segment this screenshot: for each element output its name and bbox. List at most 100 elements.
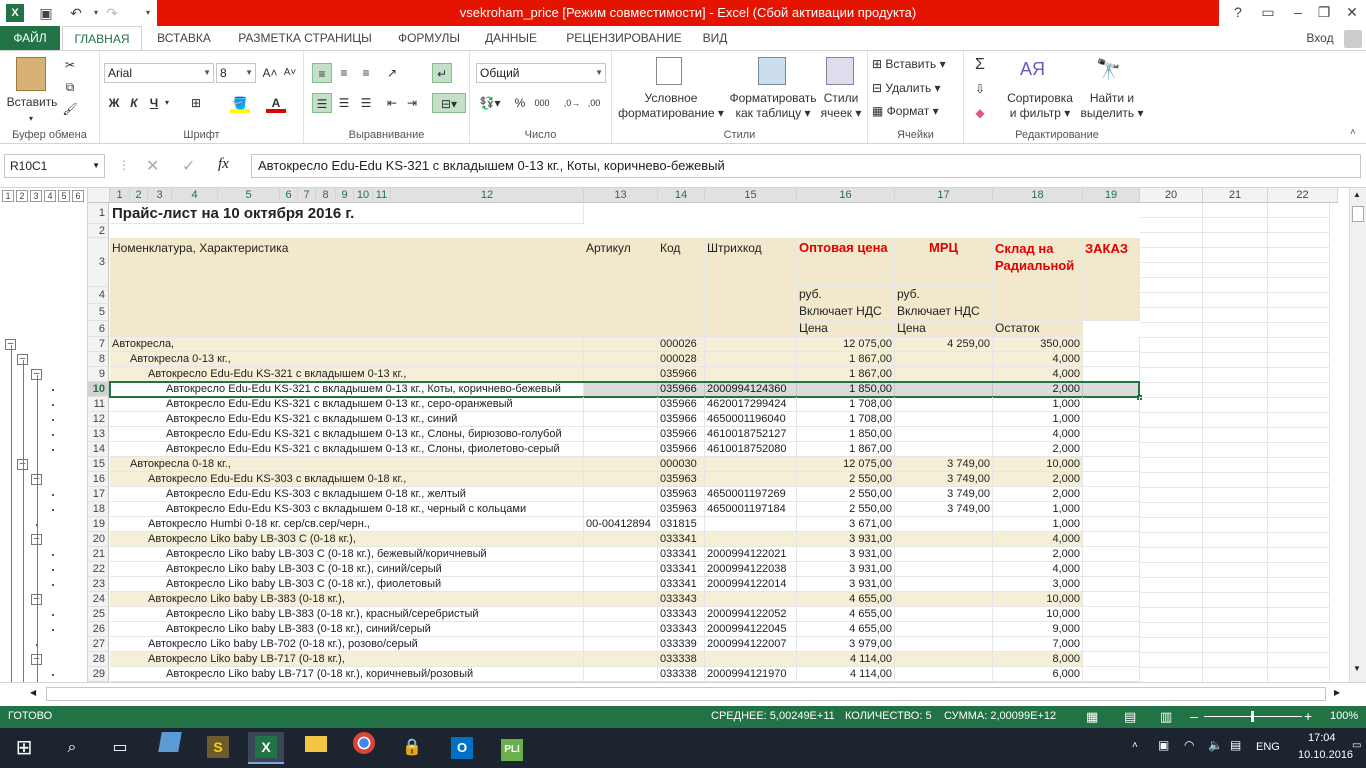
font-size-dropdown-icon[interactable]: ▼ bbox=[245, 64, 253, 82]
outlook-icon[interactable]: O bbox=[444, 732, 480, 764]
fill-color-icon[interactable]: 🪣 bbox=[230, 93, 250, 113]
row-price[interactable]: 3 931,00 bbox=[797, 562, 895, 577]
row-article[interactable] bbox=[584, 607, 658, 622]
row-name[interactable]: Автокресло Edu-Edu KS-303 с вкладышем 0-… bbox=[110, 502, 584, 517]
row-header[interactable]: 20 bbox=[88, 532, 109, 547]
tab-insert[interactable]: ВСТАВКА bbox=[148, 26, 220, 50]
empty-cell[interactable] bbox=[1140, 368, 1203, 383]
tab-page-layout[interactable]: РАЗМЕТКА СТРАНИЦЫ bbox=[226, 26, 384, 50]
row-stock[interactable]: 3,000 bbox=[993, 577, 1083, 592]
row-order[interactable] bbox=[1083, 382, 1140, 397]
row-barcode[interactable] bbox=[705, 367, 797, 382]
header-name[interactable]: Номенклатура, Характеристика bbox=[110, 238, 584, 337]
empty-cell[interactable] bbox=[1140, 608, 1203, 623]
row-article[interactable] bbox=[584, 652, 658, 667]
empty-cell[interactable] bbox=[1203, 323, 1268, 338]
row-name[interactable]: Автокресла 0-13 кг., bbox=[110, 352, 584, 367]
row-mrc[interactable] bbox=[895, 562, 993, 577]
row-header[interactable]: 12 bbox=[88, 412, 109, 427]
row-code[interactable]: 035966 bbox=[658, 427, 705, 442]
column-header[interactable]: 12 bbox=[391, 188, 584, 203]
row-mrc[interactable] bbox=[895, 652, 993, 667]
empty-cell[interactable] bbox=[1268, 383, 1330, 398]
scroll-left-icon[interactable]: ◀ bbox=[30, 688, 36, 697]
paste-button[interactable]: Вставить bbox=[4, 95, 60, 110]
empty-cell[interactable] bbox=[1203, 593, 1268, 608]
column-header[interactable]: 16 bbox=[797, 188, 895, 203]
row-code[interactable]: 033341 bbox=[658, 547, 705, 562]
clock-time[interactable]: 17:04 bbox=[1308, 732, 1336, 744]
empty-cell[interactable] bbox=[1203, 308, 1268, 323]
row-mrc[interactable] bbox=[895, 667, 993, 682]
row-order[interactable] bbox=[1083, 427, 1140, 442]
row-code[interactable]: 035966 bbox=[658, 382, 705, 397]
row-price[interactable]: 1 867,00 bbox=[797, 352, 895, 367]
row-article[interactable] bbox=[584, 397, 658, 412]
header-wholesale-price[interactable]: Оптовая цена bbox=[797, 238, 895, 287]
format-as-table-button[interactable]: Форматировать как таблицу ▾ bbox=[724, 91, 822, 121]
empty-cell[interactable] bbox=[1203, 248, 1268, 263]
empty-cell[interactable] bbox=[1268, 338, 1330, 353]
shrink-font-icon[interactable]: A˅ bbox=[280, 63, 300, 83]
column-header[interactable]: 2 bbox=[130, 188, 148, 203]
row-mrc[interactable]: 4 259,00 bbox=[895, 337, 993, 352]
row-stock[interactable]: 2,000 bbox=[993, 547, 1083, 562]
empty-cell[interactable] bbox=[1268, 308, 1330, 323]
row-code[interactable]: 035966 bbox=[658, 397, 705, 412]
row-name[interactable]: Автокресла 0-18 кг., bbox=[110, 457, 584, 472]
row-name[interactable]: Автокресло Liko baby LB-303 C (0-18 кг.)… bbox=[110, 562, 584, 577]
row-price[interactable]: 3 931,00 bbox=[797, 532, 895, 547]
row-barcode[interactable]: 4610018752080 bbox=[705, 442, 797, 457]
row-stock[interactable]: 1,000 bbox=[993, 517, 1083, 532]
column-header[interactable]: 22 bbox=[1268, 188, 1338, 203]
row-header[interactable]: 3 bbox=[88, 238, 109, 287]
close-button[interactable]: ✕ bbox=[1336, 0, 1366, 26]
row-stock[interactable]: 2,000 bbox=[993, 442, 1083, 457]
row-article[interactable] bbox=[584, 577, 658, 592]
row-article[interactable]: 00-00412894 bbox=[584, 517, 658, 532]
row-mrc[interactable] bbox=[895, 412, 993, 427]
column-header[interactable]: 7 bbox=[298, 188, 316, 203]
empty-cell[interactable] bbox=[1268, 203, 1330, 218]
row-header[interactable]: 10 bbox=[88, 382, 109, 397]
sheet-title[interactable]: Прайс-лист на 10 октября 2016 г. bbox=[110, 203, 584, 224]
row-order[interactable] bbox=[1083, 442, 1140, 457]
autosum-icon[interactable]: Σ bbox=[970, 55, 990, 75]
empty-cell[interactable] bbox=[1268, 548, 1330, 563]
empty-cell[interactable] bbox=[1268, 533, 1330, 548]
row-price[interactable]: 4 114,00 bbox=[797, 667, 895, 682]
row-code[interactable]: 033343 bbox=[658, 592, 705, 607]
empty-cell[interactable] bbox=[1268, 428, 1330, 443]
row-stock[interactable]: 10,000 bbox=[993, 592, 1083, 607]
row-article[interactable] bbox=[584, 382, 658, 397]
collapse-ribbon-icon[interactable]: ˄ bbox=[1350, 127, 1356, 138]
cell-styles-button[interactable]: Стили ячеек ▾ bbox=[818, 91, 864, 121]
redo-icon[interactable]: ↷ bbox=[102, 3, 122, 23]
row-name[interactable]: Автокресло Liko baby LB-717 (0-18 кг.), … bbox=[110, 667, 584, 682]
row-mrc[interactable]: 3 749,00 bbox=[895, 472, 993, 487]
row-order[interactable] bbox=[1083, 577, 1140, 592]
row-code[interactable]: 033338 bbox=[658, 667, 705, 682]
column-header[interactable]: 10 bbox=[354, 188, 373, 203]
empty-cell[interactable] bbox=[1203, 353, 1268, 368]
row-code[interactable]: 033339 bbox=[658, 637, 705, 652]
scroll-up-icon[interactable]: ▲ bbox=[1353, 190, 1361, 199]
excel-logo-icon[interactable]: X bbox=[6, 4, 24, 22]
paste-dropdown-icon[interactable]: ▾ bbox=[24, 111, 38, 126]
align-left-icon[interactable]: ☰ bbox=[312, 93, 332, 113]
insert-cells-button[interactable]: ⊞ Вставить ▾ bbox=[872, 57, 962, 72]
empty-cell[interactable] bbox=[1268, 653, 1330, 668]
accounting-format-icon[interactable]: 💱▾ bbox=[476, 93, 504, 113]
row-header[interactable]: 17 bbox=[88, 487, 109, 502]
header-rub-1[interactable]: руб. bbox=[797, 287, 895, 304]
column-header[interactable]: 8 bbox=[316, 188, 336, 203]
empty-cell[interactable] bbox=[1203, 563, 1268, 578]
row-price[interactable]: 3 979,00 bbox=[797, 637, 895, 652]
decrease-indent-icon[interactable]: ⇤ bbox=[382, 93, 402, 113]
user-avatar-icon[interactable] bbox=[1344, 30, 1362, 48]
empty-cell[interactable] bbox=[1268, 293, 1330, 308]
header-code[interactable]: Код bbox=[658, 238, 705, 337]
row-price[interactable]: 3 931,00 bbox=[797, 577, 895, 592]
empty-cell[interactable] bbox=[1203, 668, 1268, 682]
row-header[interactable]: 24 bbox=[88, 592, 109, 607]
